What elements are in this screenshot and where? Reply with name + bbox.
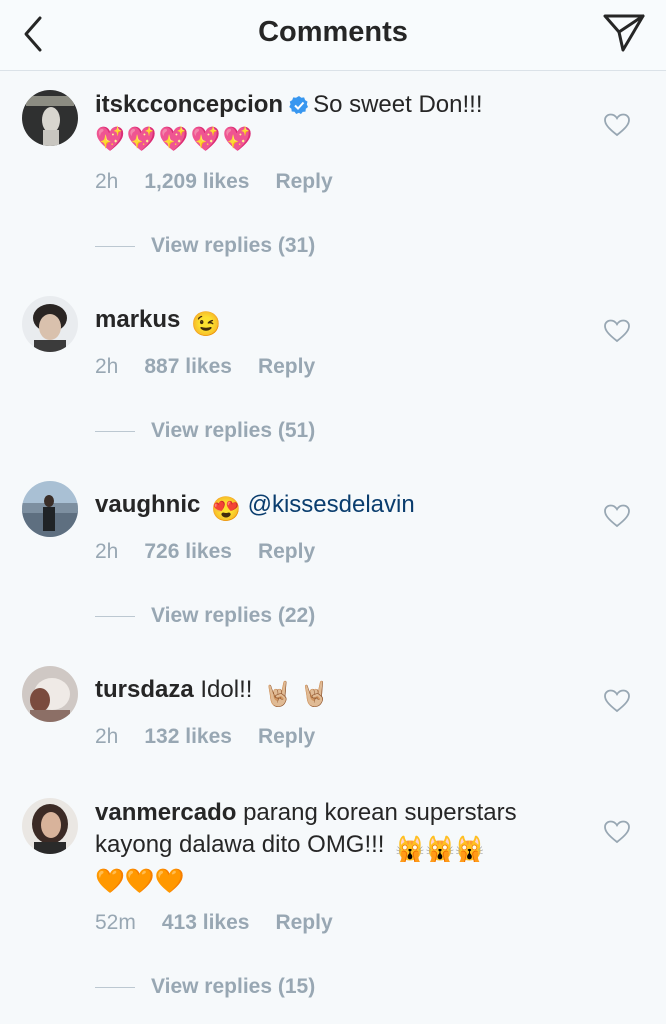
divider	[95, 986, 135, 988]
view-replies-label: View replies (15)	[151, 975, 316, 998]
view-replies-button[interactable]: View replies (31)	[95, 234, 315, 258]
username[interactable]: markus	[95, 306, 180, 333]
comment-text: vanmercado parang korean superstars kayo…	[95, 797, 596, 898]
avatar[interactable]	[22, 666, 78, 722]
view-replies-button[interactable]: View replies (22)	[95, 604, 315, 628]
view-replies-button[interactable]: View replies (51)	[95, 419, 315, 443]
comment-text: vaughnic 😍 @kissesdelavin	[95, 489, 596, 526]
avatar[interactable]	[22, 296, 78, 352]
paper-plane-icon	[603, 14, 645, 52]
comment-message-line2: kayong dalawa dito OMG!!!	[95, 831, 385, 858]
view-replies-label: View replies (31)	[151, 234, 316, 257]
likes-count[interactable]: 726 likes	[144, 540, 232, 563]
verified-badge-icon	[289, 92, 309, 124]
like-heart-icon[interactable]	[604, 504, 630, 528]
view-replies-label: View replies (22)	[151, 604, 316, 627]
username[interactable]: vanmercado	[95, 799, 236, 826]
comment-meta: 2h 132 likes Reply	[95, 725, 341, 749]
comment-message: Idol!!	[200, 676, 253, 703]
like-heart-icon[interactable]	[604, 689, 630, 713]
emoji-line: 🧡🧡🧡	[95, 868, 185, 895]
comment-meta: 52m 413 likes Reply	[95, 911, 359, 935]
comment-text: markus 😉	[95, 304, 596, 341]
timestamp: 2h	[95, 355, 119, 378]
send-button[interactable]	[602, 12, 646, 54]
avatar[interactable]	[22, 90, 78, 146]
divider	[95, 245, 135, 247]
reply-button[interactable]: Reply	[258, 355, 315, 378]
view-replies-label: View replies (51)	[151, 419, 316, 442]
likes-count[interactable]: 1,209 likes	[144, 170, 249, 193]
avatar[interactable]	[22, 798, 78, 854]
reply-button[interactable]: Reply	[275, 911, 332, 934]
emoji: 😉	[191, 311, 221, 338]
like-heart-icon[interactable]	[604, 113, 630, 137]
emoji: 😍	[211, 496, 241, 523]
avatar[interactable]	[22, 481, 78, 537]
header-bar: Comments	[0, 0, 666, 71]
comment-text: itskcconcepcion So sweet Don!!! 💖💖💖💖💖	[95, 89, 596, 156]
emoji-line: 💖💖💖💖💖	[95, 126, 255, 153]
reply-button[interactable]: Reply	[275, 170, 332, 193]
comment-message-line1: parang korean superstars	[243, 799, 517, 826]
divider	[95, 615, 135, 617]
comment-text: tursdaza Idol!! 🤘🏼 🤘🏼	[95, 674, 596, 711]
view-replies-button[interactable]: View replies (15)	[95, 975, 315, 999]
emoji: 🙀🙀🙀	[395, 836, 485, 863]
username[interactable]: vaughnic	[95, 491, 200, 518]
like-heart-icon[interactable]	[604, 820, 630, 844]
username[interactable]: itskcconcepcion	[95, 91, 283, 118]
likes-count[interactable]: 413 likes	[162, 911, 250, 934]
comment-meta: 2h 726 likes Reply	[95, 540, 341, 564]
reply-button[interactable]: Reply	[258, 725, 315, 748]
reply-button[interactable]: Reply	[258, 540, 315, 563]
divider	[95, 430, 135, 432]
timestamp: 52m	[95, 911, 136, 934]
like-heart-icon[interactable]	[604, 319, 630, 343]
page-title: Comments	[258, 16, 408, 48]
comment-meta: 2h 887 likes Reply	[95, 355, 341, 379]
timestamp: 2h	[95, 170, 119, 193]
comment-message: So sweet Don!!!	[313, 91, 483, 118]
timestamp: 2h	[95, 725, 119, 748]
username[interactable]: tursdaza	[95, 676, 194, 703]
comment-meta: 2h 1,209 likes Reply	[95, 170, 359, 194]
likes-count[interactable]: 132 likes	[144, 725, 232, 748]
emoji: 🤘🏼 🤘🏼	[263, 681, 330, 708]
mention-link[interactable]: @kissesdelavin	[248, 491, 415, 518]
timestamp: 2h	[95, 540, 119, 563]
likes-count[interactable]: 887 likes	[144, 355, 232, 378]
